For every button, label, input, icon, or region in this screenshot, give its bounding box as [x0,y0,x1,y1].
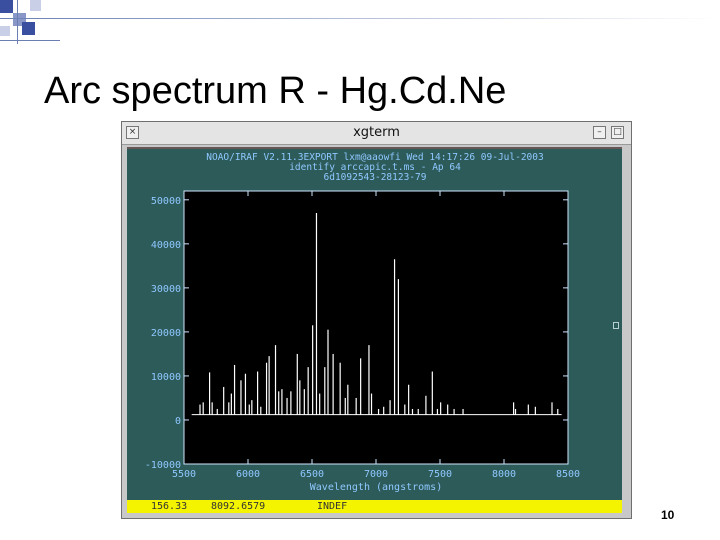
deco-rule [0,40,60,41]
x-tick-label: 6000 [236,469,260,480]
slide-title: Arc spectrum R - Hg.Cd.Ne [44,70,507,112]
deco-square [0,26,10,36]
y-tick-label: 0 [175,416,181,427]
y-tick-label: 50000 [151,196,181,207]
xgterm-window[interactable]: × xgterm – □ NOAO/IRAF V2.11.3EXPORT lxm… [121,121,632,519]
window-titlebar[interactable]: × xgterm – □ [122,122,631,145]
x-tick-label: 7500 [428,469,452,480]
status-mode: INDEF [317,501,348,512]
x-tick-label: 8000 [492,469,516,480]
y-tick-label: 30000 [151,284,181,295]
window-title: xgterm [353,125,400,140]
y-tick-label: 20000 [151,328,181,339]
slide-number: 10 [661,508,675,522]
spectrum-chart[interactable]: NOAO/IRAF V2.11.3EXPORT lxm@aaowfi Wed 1… [127,147,622,512]
x-axis-label: Wavelength (angstroms) [310,482,442,493]
plot-header-line: 6d1092543-28123-79 [324,172,427,183]
window-minimize-button[interactable]: – [593,126,606,139]
plot-frame [183,190,569,465]
x-tick-label: 5500 [172,469,196,480]
x-tick-label: 7000 [364,469,388,480]
deco-square [30,0,41,11]
y-tick-label: 40000 [151,240,181,251]
y-tick-label: 10000 [151,372,181,383]
deco-rule [0,18,720,19]
deco-square [0,0,13,13]
deco-square [22,22,35,35]
status-bar: 156.33 8092.6579 INDEF [127,500,622,513]
scroll-marker[interactable] [613,322,619,329]
deco-rule [17,0,18,44]
x-tick-label: 8500 [556,469,580,480]
x-tick-label: 6500 [300,469,324,480]
window-maximize-button[interactable]: □ [611,126,624,139]
status-pixel: 156.33 [151,501,188,512]
status-wavelength: 8092.6579 [211,501,266,512]
plot-area[interactable]: NOAO/IRAF V2.11.3EXPORT lxm@aaowfi Wed 1… [127,147,622,512]
